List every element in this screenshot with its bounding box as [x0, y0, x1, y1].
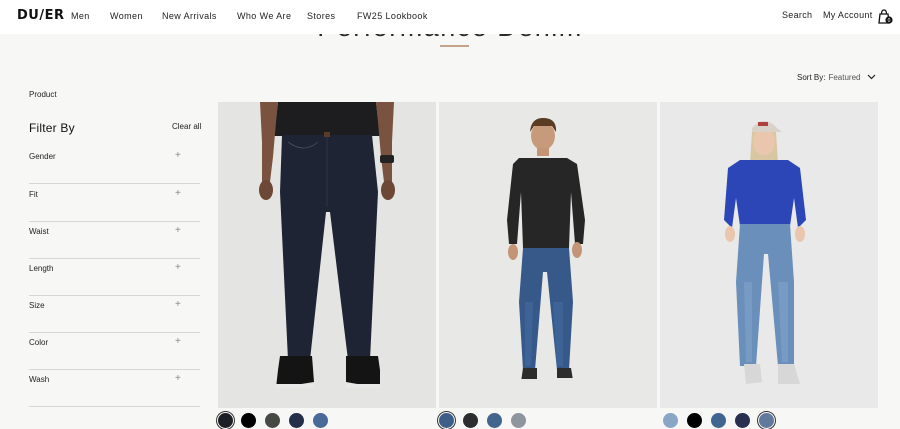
filter-label: Wash — [29, 375, 50, 384]
my-account-link[interactable]: My Account — [823, 10, 873, 20]
color-swatch[interactable] — [511, 413, 526, 428]
nav-women[interactable]: Women — [110, 11, 143, 21]
filter-waist[interactable]: Waist + — [29, 222, 200, 259]
color-swatch[interactable] — [687, 413, 702, 428]
plus-icon[interactable]: + — [175, 262, 181, 273]
sort-dropdown[interactable]: Sort By: Featured — [797, 73, 860, 82]
site-header: DU/ER Men Women New Arrivals Who We Are … — [0, 0, 900, 34]
color-swatch[interactable] — [265, 413, 280, 428]
color-swatch[interactable] — [759, 413, 774, 428]
cart-count: 0 — [888, 18, 891, 24]
color-swatch[interactable] — [439, 413, 454, 428]
filter-gender[interactable]: Gender + — [29, 147, 200, 184]
filter-length[interactable]: Length + — [29, 259, 200, 296]
search-link[interactable]: Search — [782, 10, 812, 20]
divider — [29, 183, 200, 184]
filter-wash[interactable]: Wash + — [29, 370, 200, 407]
filter-label: Length — [29, 264, 54, 273]
color-swatch[interactable] — [735, 413, 750, 428]
product-image[interactable] — [439, 102, 657, 408]
filter-heading: Filter By — [29, 121, 75, 135]
sort-label: Sort By: — [797, 73, 826, 82]
filter-label: Fit — [29, 190, 38, 199]
nav-who-we-are[interactable]: Who We Are — [237, 11, 291, 21]
filter-fit[interactable]: Fit + — [29, 185, 200, 222]
plus-icon[interactable]: + — [175, 225, 181, 236]
title-underline — [440, 45, 469, 47]
product-image[interactable] — [218, 102, 436, 408]
color-swatch[interactable] — [487, 413, 502, 428]
shopping-bag-icon[interactable]: 0 — [877, 8, 893, 25]
filter-label: Size — [29, 301, 45, 310]
brand-logo[interactable]: DU/ER — [17, 8, 65, 23]
nav-new-arrivals[interactable]: New Arrivals — [162, 11, 217, 21]
plus-icon[interactable]: + — [175, 299, 181, 310]
nav-stores[interactable]: Stores — [307, 11, 335, 21]
filter-size[interactable]: Size + — [29, 296, 200, 333]
nav-fw25-lookbook[interactable]: FW25 Lookbook — [357, 11, 428, 21]
plus-icon[interactable]: + — [175, 150, 181, 161]
nav-men[interactable]: Men — [71, 11, 90, 21]
sort-value: Featured — [828, 73, 861, 82]
color-swatch[interactable] — [463, 413, 478, 428]
plus-icon[interactable]: + — [175, 336, 181, 347]
divider — [29, 406, 200, 407]
filter-label: Waist — [29, 227, 49, 236]
product-image[interactable] — [660, 102, 878, 408]
chevron-down-icon[interactable] — [867, 73, 876, 81]
filter-label: Gender — [29, 152, 56, 161]
product-card[interactable] — [439, 102, 657, 408]
plus-icon[interactable]: + — [175, 373, 181, 384]
plus-icon[interactable]: + — [175, 188, 181, 199]
color-swatch[interactable] — [711, 413, 726, 428]
color-swatch[interactable] — [241, 413, 256, 428]
color-swatch[interactable] — [663, 413, 678, 428]
color-swatch[interactable] — [218, 413, 233, 428]
product-card[interactable] — [218, 102, 436, 408]
filter-label: Color — [29, 338, 49, 347]
color-swatch[interactable] — [313, 413, 328, 428]
breadcrumb[interactable]: Product — [29, 90, 57, 99]
filter-color[interactable]: Color + — [29, 333, 200, 370]
color-swatch[interactable] — [289, 413, 304, 428]
product-card[interactable] — [660, 102, 878, 408]
clear-all-button[interactable]: Clear all — [172, 122, 201, 131]
